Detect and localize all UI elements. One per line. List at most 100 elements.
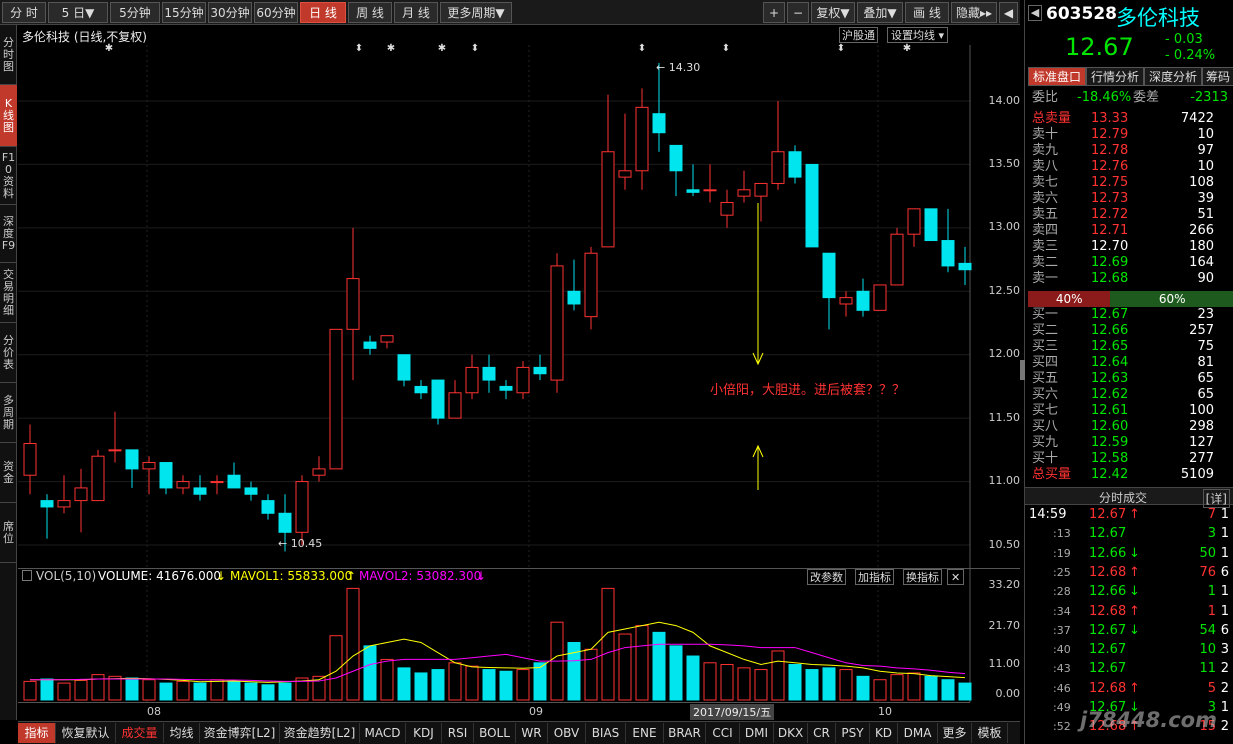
sidebar-tab-kline[interactable]: K线图 (0, 85, 17, 147)
tab-restore-default[interactable]: 恢复默认 (56, 723, 116, 743)
tab-ene[interactable]: ENE (626, 723, 664, 743)
hide-panel-button[interactable]: 隐藏▸▸ (951, 2, 997, 23)
ask-row[interactable]: 卖六 12.73 39 (1025, 191, 1233, 207)
period-weekly[interactable]: 周 线 (348, 2, 392, 23)
period-daily[interactable]: 日 线 (300, 2, 346, 23)
candle-body (414, 385, 428, 394)
sidebar-tab-depth[interactable]: 深度F9 (0, 205, 17, 263)
trade-price: 12.67 (1089, 661, 1127, 677)
collapse-checkbox-icon[interactable] (22, 570, 32, 581)
bid-row[interactable]: 买九 12.59 127 (1025, 435, 1233, 451)
tab-indicator[interactable]: 指标 (18, 723, 56, 743)
ma-settings-button[interactable]: 设置均线 ▾ (887, 27, 949, 43)
sidebar-tab-multi-period[interactable]: 多周期 (0, 383, 17, 443)
add-indicator-button[interactable]: 加指标 (855, 569, 894, 585)
sidebar-tab-trades[interactable]: 交易明细 (0, 263, 17, 323)
price-change: - 0.03 (1165, 32, 1203, 47)
tab-dma[interactable]: DMA (898, 723, 938, 743)
candle-body (210, 481, 224, 484)
ask-row[interactable]: 卖十 12.79 10 (1025, 127, 1233, 143)
tab-cci[interactable]: CCI (706, 723, 740, 743)
collapse-arrow-icon[interactable]: ◀ (999, 2, 1018, 23)
bid-row[interactable]: 买六 12.62 65 (1025, 387, 1233, 403)
total-sell-row[interactable]: 总卖量 13.33 7422 (1025, 111, 1233, 127)
sidebar-tab-seats[interactable]: 席位 (0, 503, 17, 563)
bid-row[interactable]: 买十 12.58 277 (1025, 451, 1233, 467)
splitter-handle[interactable] (1020, 360, 1025, 380)
trades-detail-button[interactable]: [详] (1202, 489, 1230, 508)
tab-dkx[interactable]: DKX (774, 723, 808, 743)
tab-obv[interactable]: OBV (548, 723, 586, 743)
sidebar-tab-f10[interactable]: F10资料 (0, 147, 17, 205)
trade-count: 6 (1220, 622, 1229, 638)
volume-bar (805, 669, 819, 701)
bid-row[interactable]: 买三 12.65 75 (1025, 339, 1233, 355)
period-15min[interactable]: 15分钟 (162, 2, 206, 23)
bid-row[interactable]: 买二 12.66 257 (1025, 323, 1233, 339)
adjust-dropdown[interactable]: 复权▼ (811, 2, 855, 23)
sidebar-tab-price-table[interactable]: 分价表 (0, 323, 17, 383)
period-monthly[interactable]: 月 线 (394, 2, 438, 23)
draw-line-button[interactable]: 画 线 (905, 2, 949, 23)
kline-chart-svg[interactable]: ✱ ⬍ ✱ ✱ ⬍ ⬍ ⬍ ⬍ ✱ (18, 25, 1020, 720)
trade-time: 14:59 (1029, 507, 1067, 522)
tab-macd[interactable]: MACD (360, 723, 406, 743)
candle-body (737, 189, 751, 197)
tab-cr[interactable]: CR (808, 723, 836, 743)
close-indicator-icon[interactable]: ✕ (947, 569, 965, 585)
zoom-out-button[interactable]: − (787, 2, 809, 23)
ask-row[interactable]: 卖七 12.75 108 (1025, 175, 1233, 191)
tab-quote-analysis[interactable]: 行情分析 (1086, 67, 1144, 86)
period-5min[interactable]: 5分钟 (110, 2, 160, 23)
tab-boll[interactable]: BOLL (474, 723, 516, 743)
ask-row[interactable]: 卖二 12.69 164 (1025, 255, 1233, 271)
tab-dmi[interactable]: DMI (740, 723, 774, 743)
zoom-in-button[interactable]: + (763, 2, 785, 23)
period-60min[interactable]: 60分钟 (254, 2, 298, 23)
tab-ma[interactable]: 均线 (164, 723, 200, 743)
tab-fund-trend[interactable]: 资金趋势[L2] (280, 723, 360, 743)
tab-bias[interactable]: BIAS (586, 723, 626, 743)
tab-more[interactable]: 更多 (938, 723, 972, 743)
tab-standard-quote[interactable]: 标准盘口 (1028, 67, 1086, 86)
tab-kd[interactable]: KD (870, 723, 898, 743)
volume-bar (873, 679, 887, 701)
more-periods-dropdown[interactable]: 更多周期▼ (440, 2, 512, 23)
sidebar-tab-intraday[interactable]: 分时图 (0, 25, 17, 85)
ask-row[interactable]: 卖五 12.72 51 (1025, 207, 1233, 223)
ask-row[interactable]: 卖四 12.71 266 (1025, 223, 1233, 239)
sidebar-tab-fund[interactable]: 资金 (0, 443, 17, 503)
kline-chart-area[interactable]: ✱ ⬍ ✱ ✱ ⬍ ⬍ ⬍ ⬍ ✱ 多伦科技 (日线,不复权) 沪股通 设置均线 ▾ 小倍阳，大… (18, 25, 1020, 720)
tab-rsi[interactable]: RSI (442, 723, 474, 743)
bid-row[interactable]: 买一 12.67 23 (1025, 307, 1233, 323)
bid-row[interactable]: 买四 12.64 81 (1025, 355, 1233, 371)
hgt-button[interactable]: 沪股通 (839, 27, 878, 43)
ask-row[interactable]: 卖九 12.78 97 (1025, 143, 1233, 159)
bid-row[interactable]: 买七 12.61 100 (1025, 403, 1233, 419)
prev-stock-icon[interactable]: ◀ (1028, 5, 1042, 21)
tab-wr[interactable]: WR (516, 723, 548, 743)
bid-row[interactable]: 买五 12.63 65 (1025, 371, 1233, 387)
edit-params-button[interactable]: 改参数 (807, 569, 846, 585)
candle-body (193, 487, 207, 495)
period-5day[interactable]: 5 日▼ (48, 2, 108, 23)
overlay-dropdown[interactable]: 叠加▼ (857, 2, 903, 23)
tab-depth-analysis[interactable]: 深度分析 (1144, 67, 1202, 86)
tab-kdj[interactable]: KDJ (406, 723, 442, 743)
tab-template[interactable]: 模板 (972, 723, 1008, 743)
swap-indicator-button[interactable]: 换指标 (903, 569, 942, 585)
ask-row[interactable]: 卖三 12.70 180 (1025, 239, 1233, 255)
tab-chips[interactable]: 筹码 (1202, 67, 1233, 86)
ask-row[interactable]: 卖一 12.68 90 (1025, 271, 1233, 287)
tab-volume[interactable]: 成交量 (116, 723, 164, 743)
tab-psy[interactable]: PSY (836, 723, 870, 743)
tab-brar[interactable]: BRAR (664, 723, 706, 743)
ask-row[interactable]: 卖八 12.76 10 (1025, 159, 1233, 175)
trade-time: :49 (1053, 701, 1071, 714)
total-buy-row[interactable]: 总买量 12.42 5109 (1025, 467, 1233, 483)
indicator-tab-bar: 指标 恢复默认 成交量 均线 资金博弈[L2] 资金趋势[L2] MACD KD… (18, 721, 1020, 744)
period-30min[interactable]: 30分钟 (208, 2, 252, 23)
bid-row[interactable]: 买八 12.60 298 (1025, 419, 1233, 435)
tab-fund-game[interactable]: 资金博弈[L2] (200, 723, 280, 743)
period-intraday[interactable]: 分 时 (2, 2, 46, 23)
